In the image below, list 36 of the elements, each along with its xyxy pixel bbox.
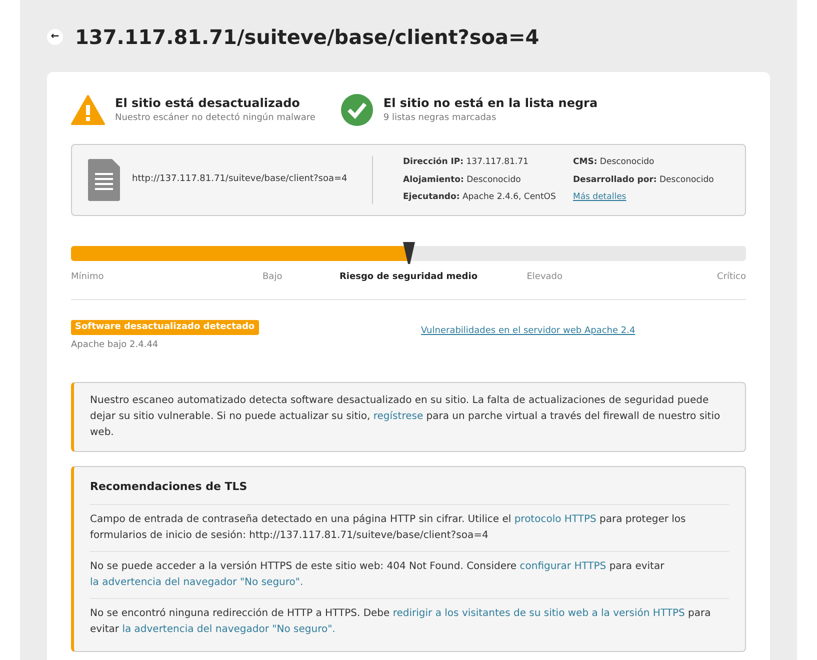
inline-link[interactable]: la advertencia del navegador "No seguro".: [90, 576, 304, 588]
detail-text: Ejecutando: Apache 2.4.6, CentOS: [403, 191, 557, 204]
risk-label: Bajo: [262, 271, 284, 284]
inline-link[interactable]: configurar HTTPS: [520, 560, 606, 572]
status-subtitle: 9 listas negras marcadas: [383, 112, 498, 126]
status-subtitle: Nuestro escáner no detectó ningún malware: [115, 112, 316, 126]
recommendation-text: No se puede acceder a la versión HTTPS de este sitio web: 404 Not Found. Considere configurar HTTPS para evitar la advertencia del navegador "No seguro".: [90, 560, 666, 590]
inline-link[interactable]: redirigir a los visitantes de su sitio web a la versión HTTPS: [392, 608, 685, 618]
inline-link[interactable]: regístrese: [373, 411, 424, 422]
risk-label: Elevado: [526, 271, 564, 284]
notice-text: Nuestro escaneo automatizado detecta software desactualizado en su sitio. La falta de actualizaciones de seguridad puede dejar su sitio vulnerable. Si no puede actualizar su sitio, regístrese para un parche virtual a través del firewall de nuestro sitio web.: [90, 394, 722, 440]
document-icon: [88, 159, 120, 201]
inline-link[interactable]: la advertencia del navegador "No seguro".: [122, 624, 336, 634]
risk-label: Riesgo de seguridad medio: [339, 271, 478, 284]
detail-text: Alojamiento: Desconocido: [403, 174, 522, 186]
recommendation-text: No se encontró ninguna redirección de HTTP a HTTPS. Debe redirigir a los visitantes de su sitio web a la versión HTTPS para evitar la advertencia del navegador "No seguro".: [90, 606, 712, 636]
inline-link[interactable]: protocolo HTTPS: [514, 514, 596, 524]
detail-text: Desarrollado por: Desconocido: [573, 174, 714, 186]
warning-icon: [71, 95, 105, 125]
status-title: El sitio está desactualizado: [115, 95, 301, 112]
status-title: El sitio no está en la lista negra: [383, 95, 598, 112]
risk-label: Crítico: [716, 271, 746, 284]
recommendation-text: Campo de entrada de contraseña detectado en una página HTTP sin cifrar. Utilice el protocolo HTTPS para proteger los formularios de inicio de sesión: http://137.117.81.71/suiteve/base/client?soa=4: [90, 512, 687, 542]
checkmark-icon: [341, 94, 374, 126]
page-title: 137.117.81.71/suiteve/base/client?soa=4: [75, 24, 540, 51]
detail-text: CMS: Desconocido: [573, 156, 656, 169]
detail-text: Dirección IP: 137.117.81.71: [403, 156, 530, 169]
risk-label: Mínimo: [71, 271, 105, 284]
back-button[interactable]: ←: [47, 29, 63, 45]
tls-title: Recomendaciones de TLS: [90, 479, 729, 504]
software-version: Apache bajo 2.4.44: [71, 338, 160, 352]
site-url: http://137.117.81.71/suiteve/base/client?soa=4: [132, 173, 348, 186]
risk-marker-icon: [402, 242, 414, 264]
warning-badge: Software desactualizado detectado: [71, 320, 259, 335]
vulnerabilities-link[interactable]: Vulnerabilidades en el servidor web Apache 2.4: [421, 325, 636, 338]
more-details-link[interactable]: Más detalles: [573, 191, 714, 204]
